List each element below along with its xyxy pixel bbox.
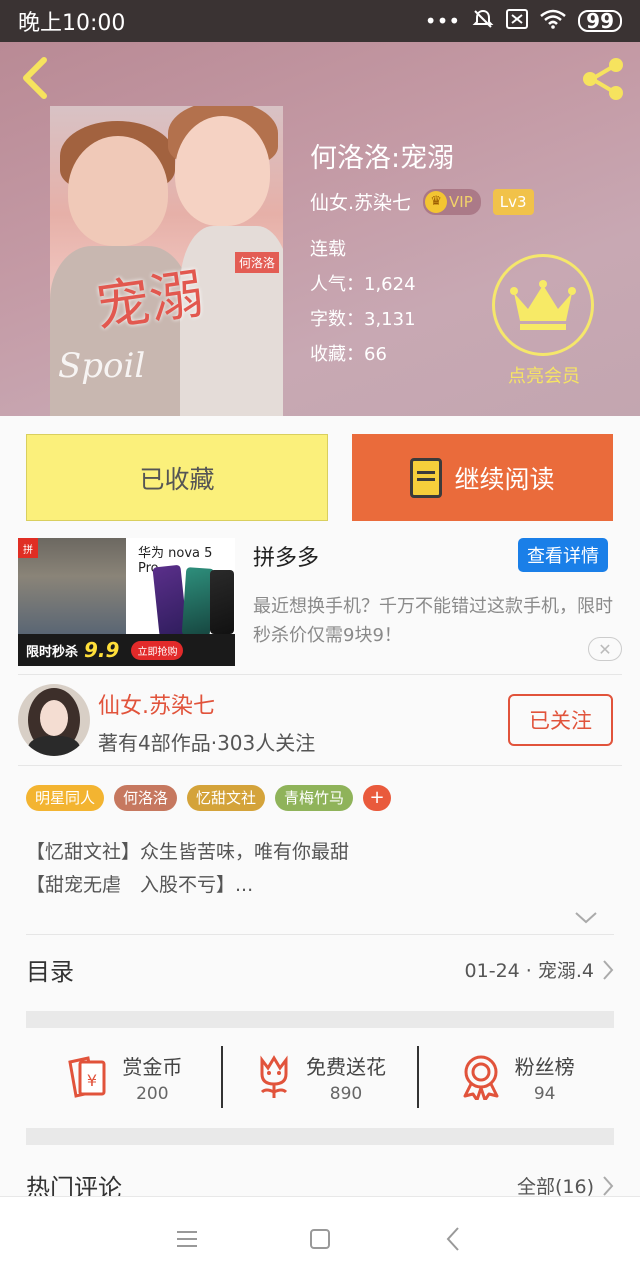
ad-close-button[interactable]: ✕ <box>588 637 622 661</box>
more-dots-icon: ••• <box>424 9 461 33</box>
author-avatar[interactable] <box>18 684 90 756</box>
chevron-down-icon <box>575 912 597 924</box>
mute-icon <box>472 8 494 35</box>
share-icon <box>583 58 623 100</box>
battery-indicator: 99 <box>578 10 622 32</box>
table-of-contents-row[interactable]: 目录 01-24 · 宠溺.4 <box>26 952 614 987</box>
latest-chapter: 01-24 · 宠溺.4 <box>464 960 594 982</box>
status-time: 晚上10:00 <box>18 11 126 36</box>
gift-label: 赏金币 <box>122 1054 183 1079</box>
book-stats: 连载 人气：1,624 字数：3,131 收藏：66 <box>310 232 416 372</box>
toc-label: 目录 <box>26 958 74 986</box>
book-word-count: 字数：3,131 <box>310 309 416 330</box>
follow-button[interactable]: 已关注 <box>508 694 613 746</box>
close-icon: ✕ <box>598 639 612 659</box>
continue-reading-button[interactable]: 继续阅读 <box>352 434 613 521</box>
share-button[interactable] <box>578 54 628 104</box>
system-navigation-bar <box>0 1196 640 1280</box>
book-title: 何洛洛:宠溺 <box>310 143 455 174</box>
section-separator <box>26 1011 614 1028</box>
book-header: 宠溺 Spoil 何洛洛 何洛洛:宠溺 仙女.苏染七 ♛ VIP Lv3 连载 … <box>0 42 640 416</box>
cover-tag: 何洛洛 <box>234 252 279 273</box>
send-flower-button[interactable]: 免费送花 890 <box>220 1046 418 1108</box>
collected-button[interactable]: 已收藏 <box>26 434 328 521</box>
divider <box>18 674 622 675</box>
all-comments-label: 全部(16) <box>516 1176 594 1198</box>
chevron-right-icon <box>603 1175 614 1196</box>
back-arrow-icon <box>23 57 47 99</box>
book-cover[interactable]: 宠溺 Spoil 何洛洛 <box>50 106 283 416</box>
ad-description: 最近想换手机？千万不能错过这款手机，限时秒杀价仅需9块9！ <box>253 596 613 646</box>
gift-value: 200 <box>136 1083 169 1104</box>
home-button[interactable] <box>300 1219 340 1259</box>
vip-badge: ♛ VIP <box>423 188 481 215</box>
red-envelope-icon: ¥ <box>68 1056 106 1098</box>
crown-icon <box>510 280 576 330</box>
status-icons: ••• 99 <box>425 8 622 35</box>
synopsis-line: 【甜宠无虐 入股不亏】... <box>26 874 254 896</box>
back-button[interactable] <box>16 56 56 100</box>
home-square-icon <box>309 1228 330 1249</box>
ad-image[interactable]: 拼 华为 nova 5 Pro 限时秒杀 9.9 立即抢购 <box>18 538 235 666</box>
fan-ranking-button[interactable]: 粉丝榜 94 <box>417 1046 614 1108</box>
svg-text:¥: ¥ <box>87 1071 97 1090</box>
synopsis: 【忆甜文社】众生皆苦味，唯有你最甜 【甜宠无虐 入股不亏】... <box>26 836 349 902</box>
cover-title-art: 宠溺 <box>91 261 208 340</box>
reward-coins-button[interactable]: ¥ 赏金币 200 <box>26 1046 221 1108</box>
continue-reading-label: 继续阅读 <box>454 464 555 494</box>
book-popularity: 人气：1,624 <box>310 274 416 295</box>
ad-name: 拼多多 <box>253 546 320 571</box>
section-separator <box>26 1128 614 1145</box>
tag-pill[interactable]: 忆甜文社 <box>187 785 266 811</box>
add-tag-button[interactable]: + <box>363 785 392 811</box>
divider <box>18 765 622 766</box>
menu-icon <box>176 1230 197 1247</box>
book-icon <box>410 457 443 498</box>
divider <box>26 934 614 935</box>
book-favorites: 收藏：66 <box>310 344 387 365</box>
member-label: 点亮会员 <box>508 366 580 387</box>
wifi-icon <box>540 9 566 34</box>
author-info: 著有4部作品·303人关注 <box>98 731 316 755</box>
level-badge: Lv3 <box>492 188 534 215</box>
medal-icon <box>463 1055 499 1100</box>
gift-label: 粉丝榜 <box>514 1054 575 1079</box>
system-back-button[interactable] <box>433 1219 473 1259</box>
synopsis-line: 【忆甜文社】众生皆苦味，唯有你最甜 <box>26 841 350 863</box>
tag-pill[interactable]: 青梅竹马 <box>275 785 354 811</box>
back-chevron-icon <box>446 1226 460 1251</box>
tag-pill[interactable]: 明星同人 <box>26 785 105 811</box>
tag-list: 明星同人 何洛洛 忆甜文社 青梅竹马 + <box>26 785 392 811</box>
toc-latest: 01-24 · 宠溺.4 <box>465 956 614 983</box>
gift-value: 94 <box>533 1083 556 1104</box>
gift-label: 免费送花 <box>306 1054 386 1079</box>
all-comments-link[interactable]: 全部(16) <box>517 1172 614 1199</box>
flower-icon <box>260 1055 288 1098</box>
tag-pill[interactable]: 何洛洛 <box>114 785 178 811</box>
author-row: 仙女.苏染七 ♛ VIP Lv3 <box>310 188 534 215</box>
sim-icon <box>506 8 529 34</box>
member-button[interactable]: 点亮会员 <box>492 254 596 388</box>
status-bar: 晚上10:00 ••• 99 <box>0 0 640 42</box>
ad-detail-button[interactable]: 查看详情 <box>518 538 608 572</box>
book-status: 连载 <box>310 239 346 260</box>
crown-icon: ♛ <box>425 190 448 213</box>
ad-price: 9.9 <box>84 638 120 662</box>
author-name[interactable]: 仙女.苏染七 <box>98 688 215 720</box>
header-author-name[interactable]: 仙女.苏染七 <box>310 188 411 215</box>
chevron-right-icon <box>603 959 614 980</box>
ad-sale-label: 限时秒杀 <box>26 644 79 660</box>
gift-row: ¥ 赏金币 200 免费送花 890 粉丝榜 94 <box>26 1046 614 1108</box>
menu-button[interactable] <box>167 1219 207 1259</box>
expand-synopsis-button[interactable] <box>574 906 598 930</box>
ad-buy-label: 立即抢购 <box>131 640 184 660</box>
ad-logo: 拼 <box>18 538 38 558</box>
cover-subtitle: Spoil <box>58 346 146 386</box>
gift-value: 890 <box>329 1083 363 1104</box>
